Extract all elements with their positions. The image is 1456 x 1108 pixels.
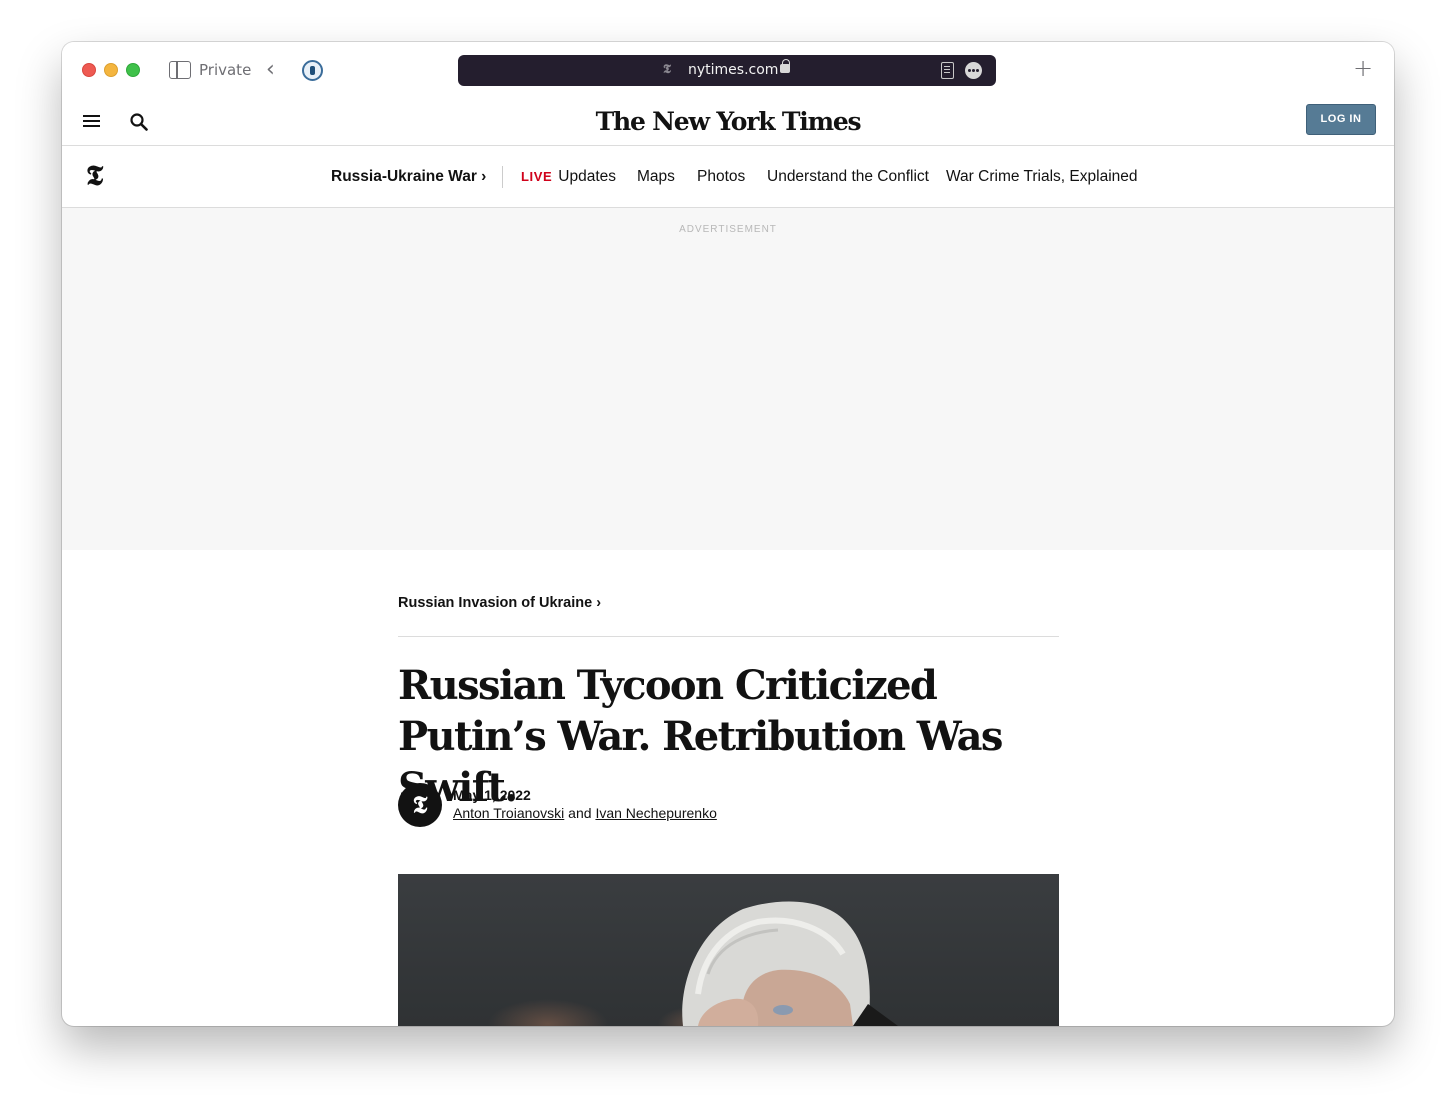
author-link-troianovski[interactable]: Anton Troianovski xyxy=(453,805,564,821)
login-button[interactable]: LOG IN xyxy=(1306,104,1376,135)
lock-icon xyxy=(780,59,790,73)
new-tab-button[interactable]: + xyxy=(1353,56,1373,80)
address-url[interactable]: nytimes.com xyxy=(688,62,778,78)
advertisement-slot: ADVERTISEMENT xyxy=(62,208,1394,550)
browser-window: Private ‹ 𝕿 nytimes.com + The New York T… xyxy=(62,42,1394,1026)
advertisement-label: ADVERTISEMENT xyxy=(679,224,777,235)
private-mode-label: Private xyxy=(199,61,252,79)
nyt-t-logo-icon[interactable]: 𝕿 xyxy=(86,161,103,191)
address-bar[interactable]: 𝕿 nytimes.com xyxy=(458,55,996,86)
masthead: The New York Times xyxy=(62,98,1394,146)
nav-live-updates-label: Updates xyxy=(558,168,617,185)
browser-toolbar: Private ‹ 𝕿 nytimes.com + xyxy=(62,42,1394,98)
byline-authors: Anton Troianovski and Ivan Nechepurenko xyxy=(453,805,717,821)
back-button[interactable]: ‹ xyxy=(266,59,275,81)
reader-mode-icon[interactable] xyxy=(941,62,954,79)
section-nav: 𝕿 Russia-Ukraine War › LIVE Updates Maps … xyxy=(62,147,1394,208)
author-conjunction: and xyxy=(564,805,596,821)
close-window-button[interactable] xyxy=(82,63,96,77)
nav-understand-the-conflict[interactable]: Understand the Conflict xyxy=(767,168,929,186)
article-date: May 1, 2022 xyxy=(453,787,531,803)
sidebar-toggle-icon[interactable] xyxy=(169,61,191,79)
article-kicker-link[interactable]: Russian Invasion of Ukraine › xyxy=(398,595,601,611)
nav-maps[interactable]: Maps xyxy=(637,168,675,186)
hero-photo-illustration xyxy=(488,901,898,1026)
site-favicon-icon: 𝕿 xyxy=(663,62,671,77)
nyt-logo[interactable]: The New York Times xyxy=(62,107,1394,136)
byline-avatar: 𝕿 xyxy=(398,783,442,827)
kicker-divider xyxy=(398,636,1059,637)
article-hero-photo[interactable] xyxy=(398,874,1059,1026)
nav-war-crime-trials[interactable]: War Crime Trials, Explained xyxy=(946,168,1138,186)
minimize-window-button[interactable] xyxy=(104,63,118,77)
nav-photos[interactable]: Photos xyxy=(697,168,745,186)
author-link-nechepurenko[interactable]: Ivan Nechepurenko xyxy=(595,805,716,821)
nav-live-updates[interactable]: LIVE Updates xyxy=(521,168,616,186)
zoom-window-button[interactable] xyxy=(126,63,140,77)
more-options-icon[interactable] xyxy=(965,62,982,79)
password-manager-icon[interactable] xyxy=(302,60,323,81)
nav-divider xyxy=(502,166,503,188)
live-badge: LIVE xyxy=(521,169,553,184)
nav-russia-ukraine-war[interactable]: Russia-Ukraine War › xyxy=(331,168,486,186)
